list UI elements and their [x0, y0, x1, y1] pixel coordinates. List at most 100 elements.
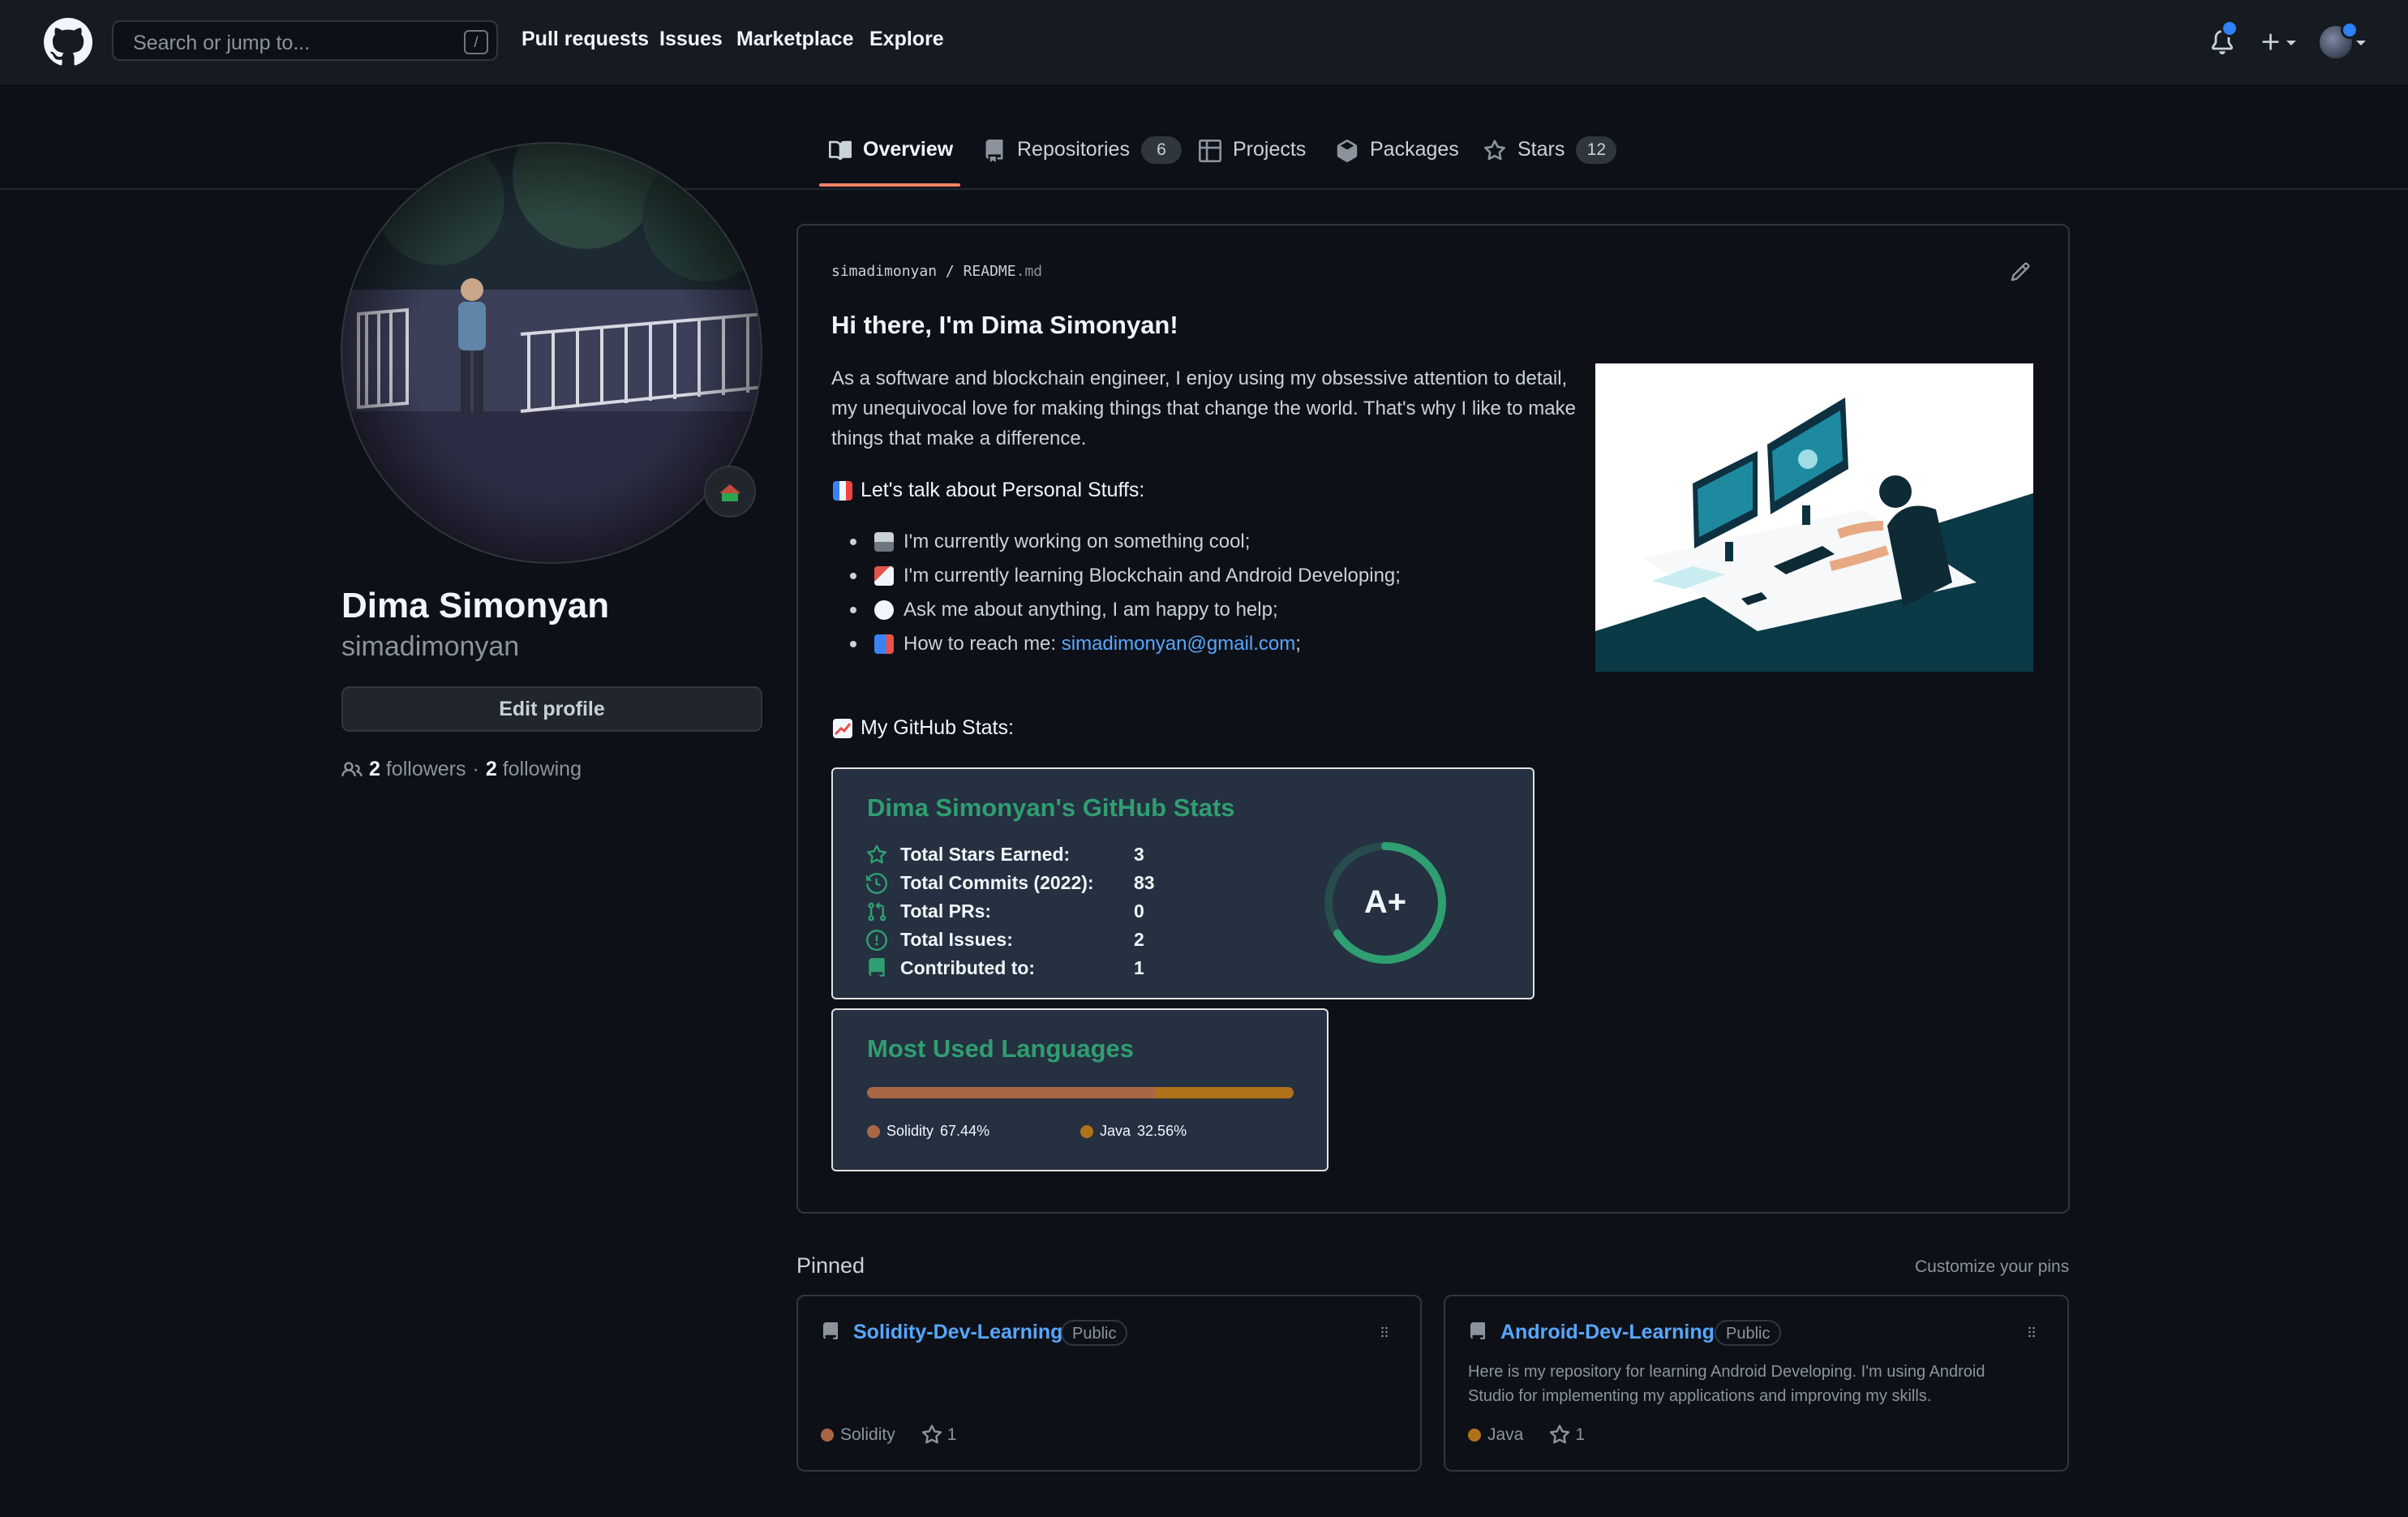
package-icon [1337, 140, 1358, 162]
readme-intro-paragraph: As a software and blockchain engineer, I… [831, 363, 1598, 453]
language-bar [867, 1087, 1294, 1098]
global-header: Search or jump to... / Pull requests Iss… [0, 0, 2408, 84]
profile-avatar[interactable] [341, 142, 762, 564]
tabs-divider [0, 188, 2408, 190]
description-line: Studio for implementing my applications … [1468, 1387, 1932, 1405]
stat-row: Contributed to: 1 [866, 957, 1144, 979]
languages-card-title: Most Used Languages [867, 1034, 1134, 1063]
mailbox-emoji-icon [874, 634, 894, 654]
rocket-emoji-icon [874, 566, 894, 586]
followers-link[interactable]: 2 followers [369, 758, 466, 781]
stats-card-title: Dima Simonyan's GitHub Stats [867, 793, 1235, 822]
tab-repositories[interactable]: Repositories 6 [983, 136, 1182, 188]
tab-projects[interactable]: Projects [1199, 138, 1306, 188]
list-item: I'm currently learning Blockchain and An… [850, 565, 1401, 587]
email-link[interactable]: simadimonyan@gmail.com [1062, 633, 1295, 655]
followers-label: followers [385, 758, 466, 780]
grabber-icon[interactable] [2024, 1324, 2040, 1340]
edit-profile-button[interactable]: Edit profile [341, 686, 762, 732]
stat-row: Total PRs: 0 [866, 900, 1144, 922]
repo-stars-link[interactable]: 1 [921, 1425, 956, 1446]
grabber-icon[interactable] [1376, 1324, 1393, 1340]
pinned-repo-link[interactable]: Solidity-Dev-Learning [853, 1321, 1062, 1344]
language-color-dot [1468, 1429, 1481, 1442]
notification-indicator [2221, 19, 2238, 37]
language-bar-segment-solidity [867, 1087, 1155, 1098]
developer-at-desk-image [1595, 363, 2033, 672]
tab-label: Packages [1370, 138, 1459, 161]
repo-stars-link[interactable]: 1 [1549, 1425, 1585, 1446]
rank-grade: A+ [1363, 884, 1407, 920]
language-name: Java [1100, 1123, 1131, 1139]
repo-star-count: 1 [1575, 1425, 1586, 1444]
stars-count-badge: 12 [1576, 136, 1617, 164]
visibility-badge: Public [1715, 1320, 1782, 1346]
repo-icon [869, 957, 885, 977]
stat-label: Contributed to: [900, 957, 1036, 978]
pencil-icon[interactable] [2010, 261, 2031, 282]
book-icon [829, 140, 852, 161]
repo-language: Solidity [840, 1425, 895, 1444]
tab-stars[interactable]: Stars 12 [1483, 136, 1617, 188]
tab-label: Projects [1233, 138, 1307, 161]
status-emoji-button[interactable] [704, 466, 756, 518]
repo-count-badge: 6 [1140, 136, 1182, 164]
stat-label: Total Commits (2022): [900, 872, 1094, 893]
language-legend-item: Java 32.56% [1080, 1123, 1187, 1140]
developer-illustration [1595, 363, 2033, 672]
intro-line: As a software and blockchain engineer, I… [831, 367, 1568, 389]
follow-stats: 2 followers · 2 following [341, 758, 582, 781]
repo-language: Java [1487, 1425, 1524, 1444]
follow-separator: · [472, 758, 479, 780]
bullet [850, 573, 856, 579]
following-link[interactable]: 2 following [486, 758, 582, 781]
house-emoji-icon [719, 484, 740, 501]
following-count: 2 [485, 758, 497, 780]
chevron-down-icon[interactable] [2286, 39, 2297, 47]
customize-pins-link[interactable]: Customize your pins [1915, 1257, 2069, 1277]
list-item-text: I'm currently learning Blockchain and An… [904, 565, 1401, 587]
readme-greeting-heading: Hi there, I'm Dima Simonyan! [831, 311, 1178, 339]
list-item: Ask me about anything, I am happy to hel… [850, 599, 1278, 621]
tab-active-underline [819, 183, 960, 187]
plus-icon[interactable] [2260, 31, 2282, 54]
search-placeholder: Search or jump to... [133, 32, 311, 54]
readme-file-link[interactable]: README.md [964, 263, 1043, 280]
repo-icon [823, 1322, 838, 1339]
pinned-heading: Pinned [796, 1253, 865, 1278]
bar-chart-emoji-icon [833, 480, 852, 501]
list-item-text: I'm currently working on something cool; [904, 531, 1251, 552]
star-icon [1484, 140, 1505, 161]
github-logo-icon[interactable] [44, 18, 92, 67]
nav-issues[interactable]: Issues [659, 28, 723, 51]
breadcrumb-separator: / [945, 263, 955, 280]
visibility-badge: Public [1061, 1320, 1128, 1346]
profile-full-name: Dima Simonyan [341, 586, 610, 625]
language-color-dot [1080, 1124, 1093, 1138]
tab-label: Overview [863, 138, 954, 161]
search-shortcut-key: / [464, 30, 488, 54]
readme-owner-link[interactable]: simadimonyan [831, 263, 937, 280]
intro-line: my unequivocal love for making things th… [831, 398, 1576, 419]
stat-value: 2 [1134, 929, 1144, 950]
language-color-dot [867, 1124, 880, 1138]
stat-value: 0 [1134, 900, 1144, 922]
stat-label: Total PRs: [900, 900, 992, 922]
nav-marketplace[interactable]: Marketplace [736, 28, 854, 51]
technologist-emoji-icon [874, 532, 894, 552]
nav-pull-requests[interactable]: Pull requests [522, 28, 649, 51]
readme-file-ext: .md [1015, 263, 1043, 280]
personal-stuffs-heading: Let's talk about Personal Stuffs: [833, 479, 1144, 502]
chevron-down-icon[interactable] [2355, 39, 2367, 47]
list-item: I'm currently working on something cool; [850, 531, 1250, 553]
pinned-repo-link[interactable]: Android-Dev-Learning [1500, 1321, 1715, 1344]
search-input[interactable]: Search or jump to... / [112, 20, 498, 61]
tab-overview[interactable]: Overview [829, 138, 953, 188]
nav-explore[interactable]: Explore [869, 28, 944, 51]
avatar-photo [342, 144, 761, 562]
heading-text: My GitHub Stats: [861, 716, 1014, 739]
email-suffix: ; [1295, 633, 1301, 655]
stat-label: Total Stars Earned: [900, 844, 1071, 865]
tab-packages[interactable]: Packages [1336, 138, 1459, 188]
star-icon [1550, 1425, 1570, 1444]
